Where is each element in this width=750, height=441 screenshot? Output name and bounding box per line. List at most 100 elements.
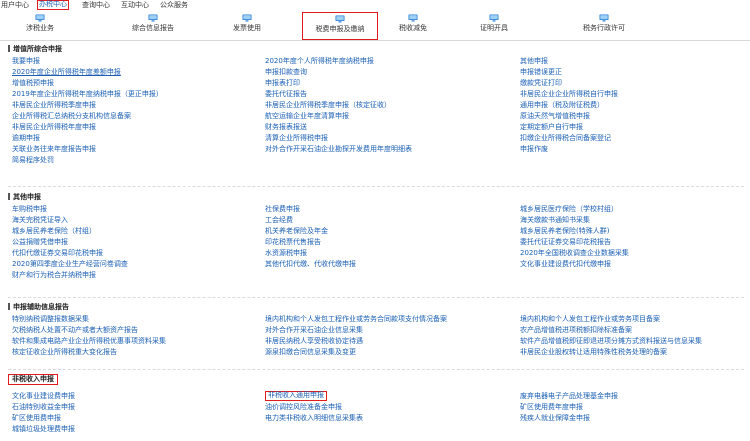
declaration-link[interactable]: 对外合作开采石油企业勘探开发费用年度明细表 <box>265 144 412 154</box>
category-toolbar: 涉税业务 综合信息报告 发票使用 税费申报及缴纳 税收减免 证明开具 税务行政许可 <box>0 12 750 40</box>
declaration-link[interactable]: 原油天然气增值税申报 <box>520 111 590 121</box>
declaration-link[interactable]: 城镇垃圾处理费申报 <box>12 424 75 434</box>
declaration-link[interactable]: 文化事业建设费申报 <box>12 391 75 401</box>
declaration-link[interactable]: 缴款凭证打印 <box>520 78 562 88</box>
declaration-link[interactable]: 非税收入通用申报 <box>265 391 327 401</box>
declaration-link[interactable]: 增值税预申报 <box>12 78 54 88</box>
declaration-link[interactable]: 非居民企业股权转让适用特殊性税务处理的备案 <box>520 347 667 357</box>
declaration-link[interactable]: 申报扣款查询 <box>265 67 307 77</box>
declaration-link[interactable]: 海关缴款书通知书采集 <box>520 215 590 225</box>
declaration-link[interactable]: 矿区使用费申报 <box>12 413 61 423</box>
declaration-link[interactable]: 非居民企业所得税季度申报（核定征收） <box>265 100 391 110</box>
section-title-text: 增值所综合申报 <box>13 45 62 53</box>
declaration-link[interactable]: 油价调控风险准备金申报 <box>265 402 342 412</box>
declaration-link[interactable]: 城乡居民医疗保险（学校村组） <box>520 204 618 214</box>
top-nav-item-2[interactable]: 办税中心 <box>37 0 69 10</box>
declaration-link[interactable]: 扣缴企业所得税合同备案登记 <box>520 133 611 143</box>
declaration-link[interactable]: 工会经费 <box>265 215 293 225</box>
declaration-link[interactable]: 海关完税凭证导入 <box>12 215 68 225</box>
section-title-text: 申报辅助信息报告 <box>13 303 69 311</box>
declaration-link[interactable]: 航空运输企业年度清算申报 <box>265 111 349 121</box>
declaration-link[interactable]: 代扣代缴证券交易印花税申报 <box>12 248 103 258</box>
declaration-link[interactable]: 境内机构和个人发包工程作业或劳务合同款项支付情况备案 <box>265 314 447 324</box>
section-4: 非税收入申报文化事业建设费申报 石油特别收益金申报 矿区使用费申报 城镇垃圾处理费申报… <box>8 374 744 433</box>
toolbar-tab-label: 证明开具 <box>480 24 508 32</box>
toolbar-tab-6[interactable]: 证明开具 <box>477 12 511 40</box>
declaration-link[interactable]: 欠税纳税人处置不动产或者大额资产报告 <box>12 325 138 335</box>
declaration-link[interactable]: 2020第四季度企业生产经营问卷调查 <box>12 259 128 269</box>
declaration-link[interactable]: 水资源税申报 <box>265 248 307 258</box>
toolbar-tab-label: 税费申报及缴纳 <box>315 25 365 33</box>
monitor-icon <box>335 15 345 23</box>
declaration-link[interactable]: 机关养老保险及年金 <box>265 226 328 236</box>
declaration-link[interactable]: 2020年全国税收调查企业数据采集 <box>520 248 629 258</box>
declaration-link[interactable]: 财务报表报送 <box>265 122 307 132</box>
declaration-link[interactable]: 车购税申报 <box>12 204 47 214</box>
declaration-link[interactable]: 逾期申报 <box>12 133 40 143</box>
declaration-link[interactable]: 境内机构和个人发包工程作业或劳务项目备案 <box>520 314 660 324</box>
declaration-link[interactable]: 简易程序处罚 <box>12 155 54 165</box>
top-nav-item-5[interactable]: 公众服务 <box>160 0 188 10</box>
toolbar-tab-3[interactable]: 发票使用 <box>230 12 264 40</box>
declaration-link[interactable]: 2019年度企业所得税年度纳税申报（更正申报） <box>12 89 163 99</box>
declaration-link[interactable]: 石油特别收益金申报 <box>12 402 75 412</box>
section-title-text: 其他申报 <box>13 193 41 201</box>
toolbar-tab-1[interactable]: 涉税业务 <box>23 12 57 40</box>
toolbar-tab-4[interactable]: 税费申报及缴纳 <box>302 12 378 40</box>
declaration-link[interactable]: 其他代扣代缴、代收代缴申报 <box>265 259 356 269</box>
declaration-link[interactable]: 核定征收企业所得税重大变化报告 <box>12 347 117 357</box>
toolbar-tab-7[interactable]: 税务行政许可 <box>575 12 633 40</box>
declaration-link[interactable]: 通用申报（税及附征税费） <box>520 100 604 110</box>
section-title: 非税收入申报 <box>8 374 58 385</box>
declaration-link[interactable]: 非居民企业所得税季度申报 <box>12 100 96 110</box>
declaration-link[interactable]: 社保费申报 <box>265 204 300 214</box>
declaration-link[interactable]: 非居民企业企业所得税自行申报 <box>520 89 618 99</box>
declaration-link[interactable]: 软件和集成电路产业企业所得税优惠事项资料采集 <box>12 336 166 346</box>
declaration-link[interactable]: 文化事业建设费代扣代缴申报 <box>520 259 611 269</box>
declaration-link[interactable]: 清算企业所得税申报 <box>265 133 328 143</box>
declaration-link[interactable]: 城乡居民养老保险(特殊人群) <box>520 226 609 236</box>
declaration-link[interactable]: 残疾人就业保障金申报 <box>520 413 590 423</box>
section-3: 申报辅助信息报告特别纳税调整报数据采集 欠税纳税人处置不动产或者大额资产报告 软件和… <box>8 302 744 356</box>
declaration-link[interactable]: 软件产品增值税即征即退进项分摊方式资料报送与信息采集 <box>520 336 702 346</box>
declaration-link[interactable]: 申报错误更正 <box>520 67 562 77</box>
declaration-link[interactable]: 印花税票代售报告 <box>265 237 321 247</box>
toolbar-tab-label: 税收减免 <box>399 24 427 32</box>
declaration-link[interactable]: 矿区使用费年度申报 <box>520 402 583 412</box>
declaration-link[interactable]: 电力类非税收入明细信息采集表 <box>265 413 363 423</box>
monitor-icon <box>489 14 499 22</box>
section-divider <box>8 297 744 298</box>
top-nav-item-1[interactable]: 用户中心 <box>1 0 29 10</box>
section-marker-icon <box>8 45 10 52</box>
toolbar-tab-5[interactable]: 税收减免 <box>392 12 434 40</box>
declaration-link[interactable]: 非居民纳税人享受税收协定待遇 <box>265 336 363 346</box>
declaration-link[interactable]: 申报作废 <box>520 144 548 154</box>
declaration-link[interactable]: 源泉扣缴合同信息采集及变更 <box>265 347 356 357</box>
declaration-link[interactable]: 废弃电器电子产品处理基金申报 <box>520 391 618 401</box>
declaration-link[interactable]: 对外合作开采石油企业信息采集 <box>265 325 363 335</box>
declaration-link[interactable]: 财产和行为税合并纳税申报 <box>12 270 96 280</box>
declaration-link[interactable]: 公益捐赠凭借申报 <box>12 237 68 247</box>
declaration-link[interactable]: 特别纳税调整报数据采集 <box>12 314 89 324</box>
section-divider <box>8 369 744 370</box>
declaration-link[interactable]: 关联业务往来年度报告申报 <box>12 144 96 154</box>
declaration-link[interactable]: 定期定额户自行申报 <box>520 122 583 132</box>
top-nav-item-3[interactable]: 查询中心 <box>82 0 110 10</box>
declaration-link[interactable]: 2020年度企业所得税年度差额申报 <box>12 67 121 77</box>
declaration-link[interactable]: 城乡居民养老保险（村组） <box>12 226 96 236</box>
section-1: 增值所综合申报 我要申报 2020年度企业所得税年度差额申报 增值税预申报 2019年度… <box>8 44 744 164</box>
declaration-link[interactable]: 企业所得税汇总纳税分支机构信息备案 <box>12 111 131 121</box>
section-marker-icon <box>8 193 10 200</box>
top-nav-item-4[interactable]: 互动中心 <box>121 0 149 10</box>
section-title: 其他申报 <box>8 192 744 202</box>
declaration-link[interactable]: 其他申报 <box>520 56 548 66</box>
declaration-link[interactable]: 非居民企业所得税年度申报 <box>12 122 96 132</box>
toolbar-tab-2[interactable]: 综合信息报告 <box>125 12 181 40</box>
declaration-link[interactable]: 申报表打印 <box>265 78 300 88</box>
declaration-link[interactable]: 我要申报 <box>12 56 40 66</box>
declaration-link[interactable]: 农产品增值税进项税额扣除标准备案 <box>520 325 632 335</box>
declaration-link[interactable]: 委托代征报告 <box>265 89 307 99</box>
declaration-link[interactable]: 2020年度个人所得税年度纳税申报 <box>265 56 374 66</box>
monitor-icon <box>242 14 252 22</box>
declaration-link[interactable]: 委托代征证券交易印花税报告 <box>520 237 611 247</box>
